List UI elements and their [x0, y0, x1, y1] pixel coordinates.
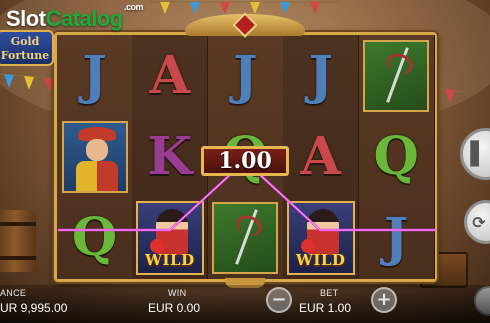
symbol-j: J: [232, 44, 258, 106]
bet-decrease-button[interactable]: −: [266, 287, 292, 313]
wild-label: WILD: [295, 251, 346, 270]
sword-symbol: [363, 39, 430, 112]
win-amount-box: 1.00: [201, 146, 289, 176]
reel-cell: Q: [359, 116, 434, 197]
reel-cell: [57, 116, 132, 197]
balance-value: UR 9,995.00: [0, 301, 68, 315]
game-logo-line1: Gold: [10, 35, 40, 48]
symbol-k: K: [147, 125, 193, 187]
sword-hilt-icon: [384, 49, 416, 77]
symbol-q: Q: [373, 125, 419, 187]
reel-cell: J: [359, 198, 434, 279]
reel-cell: J: [208, 35, 283, 116]
win-value: EUR 0.00: [148, 301, 201, 315]
wild-symbol: WILD: [286, 201, 355, 276]
bottom-bar: ANCE UR 9,995.00 WIN EUR 0.00 − BET EUR …: [0, 285, 490, 323]
game-logo-line2: Fortune: [0, 49, 50, 62]
symbol-a: A: [149, 44, 191, 106]
bet-label: BET: [320, 288, 339, 298]
matador-symbol: [61, 120, 128, 193]
gem-icon: [232, 12, 258, 38]
wild-symbol: WILD: [135, 201, 204, 276]
game-logo: Gold Fortune: [0, 30, 54, 66]
reel-cell: A: [132, 35, 207, 116]
reel-cell: WILD: [283, 198, 358, 279]
bet-increase-button[interactable]: +: [371, 287, 397, 313]
autoplay-icon: ⟳: [472, 212, 486, 232]
spin-icon: ▌: [470, 141, 488, 167]
balance-label: ANCE: [0, 288, 27, 298]
reel-1: JQ: [57, 35, 133, 279]
reel-4: J A WILD: [283, 35, 360, 279]
symbol-j: J: [82, 44, 107, 106]
sword-symbol: [212, 202, 279, 275]
reel-cell: WILD: [132, 198, 207, 279]
reel-cell: Q: [57, 198, 132, 279]
reel-cell: J: [283, 35, 358, 116]
wild-label: WILD: [145, 251, 195, 270]
reel-5: QJ: [358, 35, 435, 279]
win-label: WIN: [168, 288, 187, 298]
reel-2: A K WILD: [132, 35, 209, 279]
symbol-j: J: [383, 207, 409, 269]
watermark-part2: Catalog: [45, 6, 124, 31]
symbol-q: Q: [71, 207, 118, 269]
sword-hilt-icon: [233, 212, 265, 239]
minus-icon: −: [271, 289, 287, 310]
reel-cell: [359, 35, 434, 116]
win-amount: 1.00: [218, 148, 272, 174]
reel-cell: A: [283, 116, 358, 197]
barrel-decoration: [0, 210, 36, 272]
watermark-part1: Slot: [6, 6, 46, 31]
plus-icon: +: [376, 289, 392, 310]
matador-body-icon: [75, 160, 118, 191]
reel-cell: [208, 198, 283, 279]
face-icon: [85, 138, 108, 161]
reel-cell: J: [57, 35, 132, 116]
bet-value: EUR 1.00: [299, 301, 352, 315]
symbol-a: A: [300, 125, 341, 187]
watermark-suffix: .com: [124, 2, 144, 12]
watermark-logo: SlotCatalog .com: [6, 2, 144, 32]
symbol-j: J: [308, 44, 333, 106]
reel-cell: K: [132, 116, 207, 197]
